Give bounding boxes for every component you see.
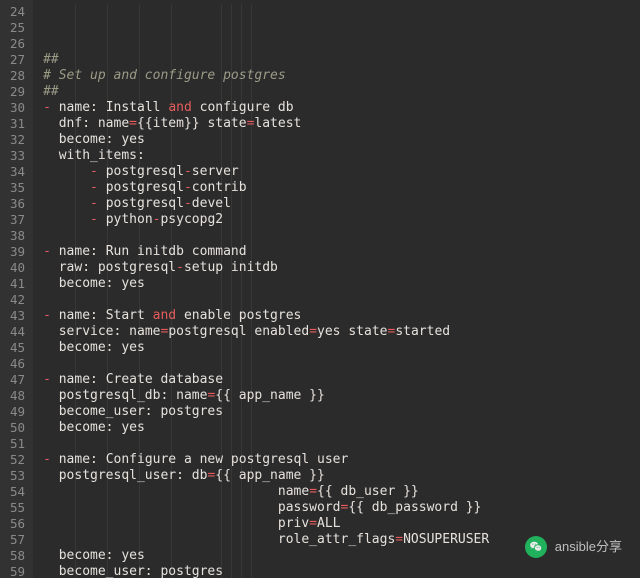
line-number: 36: [10, 196, 25, 212]
line-number: 46: [10, 356, 25, 372]
line-number: 47: [10, 372, 25, 388]
line-number: 55: [10, 500, 25, 516]
code-line[interactable]: - name: Start and enable postgres: [43, 308, 640, 324]
code-line[interactable]: [43, 228, 640, 244]
line-number: 50: [10, 420, 25, 436]
code-line[interactable]: - name: Configure a new postgresql user: [43, 452, 640, 468]
code-line[interactable]: raw: postgresql-setup initdb: [43, 260, 640, 276]
wechat-icon: [525, 536, 547, 558]
line-number: 56: [10, 516, 25, 532]
line-number: 53: [10, 468, 25, 484]
code-line[interactable]: - name: Run initdb command: [43, 244, 640, 260]
code-line[interactable]: become: yes: [43, 132, 640, 148]
line-number: 29: [10, 84, 25, 100]
watermark-text: ansible分享: [555, 539, 622, 555]
line-number: 37: [10, 212, 25, 228]
code-line[interactable]: # Set up and configure postgres: [43, 68, 640, 84]
line-number: 42: [10, 292, 25, 308]
line-number: 51: [10, 436, 25, 452]
line-number: 30: [10, 100, 25, 116]
code-line[interactable]: become: yes: [43, 340, 640, 356]
code-line[interactable]: become: yes: [43, 420, 640, 436]
code-line[interactable]: - python-psycopg2: [43, 212, 640, 228]
line-number: 31: [10, 116, 25, 132]
line-number: 27: [10, 52, 25, 68]
code-line[interactable]: with_items:: [43, 148, 640, 164]
code-line[interactable]: dnf: name={{item}} state=latest: [43, 116, 640, 132]
code-area[interactable]: ### Set up and configure postgres##- nam…: [33, 0, 640, 578]
line-number: 24: [10, 4, 25, 20]
line-number: 26: [10, 36, 25, 52]
code-line[interactable]: name={{ db_user }}: [43, 484, 640, 500]
line-number: 32: [10, 132, 25, 148]
line-number: 25: [10, 20, 25, 36]
line-number: 41: [10, 276, 25, 292]
code-line[interactable]: ##: [43, 52, 640, 68]
line-number: 43: [10, 308, 25, 324]
code-line[interactable]: postgresql_db: name={{ app_name }}: [43, 388, 640, 404]
code-line[interactable]: password={{ db_password }}: [43, 500, 640, 516]
code-line[interactable]: become_user: postgres: [43, 564, 640, 578]
line-number-gutter: 2425262728293031323334353637383940414243…: [0, 0, 33, 578]
code-line[interactable]: [43, 356, 640, 372]
code-line[interactable]: ##: [43, 84, 640, 100]
line-number: 35: [10, 180, 25, 196]
code-line[interactable]: - name: Install and configure db: [43, 100, 640, 116]
code-line[interactable]: [43, 292, 640, 308]
code-line[interactable]: priv=ALL: [43, 516, 640, 532]
line-number: 57: [10, 532, 25, 548]
code-line[interactable]: postgresql_user: db={{ app_name }}: [43, 468, 640, 484]
line-number: 54: [10, 484, 25, 500]
line-number: 58: [10, 548, 25, 564]
code-line[interactable]: - postgresql-devel: [43, 196, 640, 212]
code-line[interactable]: - postgresql-contrib: [43, 180, 640, 196]
line-number: 52: [10, 452, 25, 468]
code-line[interactable]: become_user: postgres: [43, 404, 640, 420]
code-line[interactable]: service: name=postgresql enabled=yes sta…: [43, 324, 640, 340]
wechat-watermark: ansible分享: [525, 536, 622, 558]
code-line[interactable]: [43, 436, 640, 452]
line-number: 44: [10, 324, 25, 340]
line-number: 38: [10, 228, 25, 244]
line-number: 34: [10, 164, 25, 180]
line-number: 28: [10, 68, 25, 84]
code-line[interactable]: become: yes: [43, 276, 640, 292]
line-number: 39: [10, 244, 25, 260]
code-line[interactable]: - name: Create database: [43, 372, 640, 388]
line-number: 49: [10, 404, 25, 420]
line-number: 33: [10, 148, 25, 164]
line-number: 59: [10, 564, 25, 578]
line-number: 40: [10, 260, 25, 276]
line-number: 48: [10, 388, 25, 404]
line-number: 45: [10, 340, 25, 356]
code-line[interactable]: - postgresql-server: [43, 164, 640, 180]
code-editor: 2425262728293031323334353637383940414243…: [0, 0, 640, 578]
